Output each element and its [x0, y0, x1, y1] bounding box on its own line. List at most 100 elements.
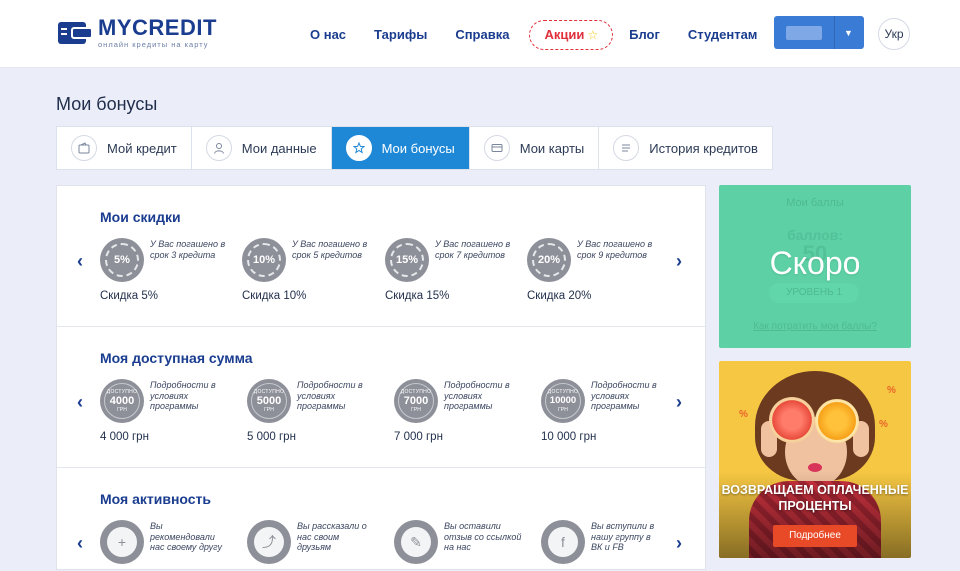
tab-my-data[interactable]: Мои данные	[192, 127, 332, 169]
share-icon: ⤴	[247, 520, 291, 564]
activity-glyph: ✎	[401, 527, 431, 557]
user-name-redacted	[786, 25, 822, 40]
activity-section: Моя активность ‹ › + Вы рекомендовали на…	[57, 468, 705, 571]
amount-desc: Подробности в условиях программы	[444, 380, 510, 411]
activity-prev-arrow[interactable]: ‹	[77, 534, 83, 552]
discounts-title: Мои скидки	[100, 209, 181, 225]
tab-label: Мой кредит	[107, 140, 177, 156]
points-card: Мои баллы баллов: 50 УРОВЕНЬ 1 Как потра…	[719, 185, 911, 348]
badge-value: 20%	[532, 243, 566, 277]
header: MYCREDIT онлайн кредиты на карту О нас Т…	[0, 0, 960, 68]
discount-badge-icon: 20%	[527, 238, 571, 282]
nav-about[interactable]: О нас	[310, 21, 346, 49]
discount-label: Скидка 5%	[100, 290, 158, 302]
orange-icon	[815, 399, 859, 443]
activity-desc: Вы оставили отзыв со ссылкой на нас	[444, 521, 522, 552]
coming-soon-overlay: Скоро	[769, 245, 861, 281]
nav-students[interactable]: Студентам	[688, 21, 758, 49]
promo-banner[interactable]: % % % ВОЗВРАЩАЕМ ОПЛАЧЕННЫЕ ПРОЦЕНТЫ Под…	[719, 361, 911, 558]
badge-currency: ГРН	[411, 407, 421, 413]
badge-value: 5%	[105, 243, 139, 277]
badge-amount: 4000	[109, 395, 135, 407]
tab-label: Мои карты	[519, 140, 585, 156]
activity-desc: Вы рекомендовали нас своему другу	[150, 521, 223, 552]
account-tabs: Мой кредит Мои данные Мои бонусы Мои кар…	[56, 126, 773, 170]
nav-promotions-label: Акции	[544, 27, 585, 42]
amount-label: 5 000 грн	[247, 431, 296, 443]
promo-more-button[interactable]: Подробнее	[773, 525, 857, 547]
available-next-arrow[interactable]: ›	[676, 393, 682, 411]
grapefruit-icon	[769, 397, 815, 443]
amount-badge-icon: ДОСТУПНО 10000 ГРН	[541, 379, 585, 423]
star-icon	[345, 135, 372, 161]
activity-glyph: ⤴	[254, 527, 284, 557]
points-spend-link[interactable]: Как потратить мои баллы?	[719, 321, 911, 332]
logo-wallet-icon	[58, 19, 93, 47]
logo-tagline: онлайн кредиты на карту	[98, 40, 209, 49]
percent-icon: %	[887, 385, 896, 396]
wallet-icon	[71, 135, 97, 161]
amount-badge-icon: ДОСТУПНО 4000 ГРН	[100, 379, 144, 423]
discount-label: Скидка 20%	[527, 290, 592, 302]
discount-label: Скидка 15%	[385, 290, 450, 302]
percent-icon: %	[879, 419, 888, 430]
discounts-next-arrow[interactable]: ›	[676, 252, 682, 270]
nav-tariffs[interactable]: Тарифы	[374, 21, 427, 49]
amount-label: 7 000 грн	[394, 431, 443, 443]
badge-amount: 10000	[549, 395, 577, 406]
percent-icon: %	[739, 409, 748, 420]
badge-amount: 7000	[403, 395, 429, 407]
badge-currency: ГРН	[264, 407, 274, 413]
social-group-icon: f	[541, 520, 585, 564]
badge-value: 10%	[247, 243, 281, 277]
card-icon	[483, 135, 510, 161]
discount-desc: У Вас погашено в срок 5 кредитов	[292, 239, 368, 260]
logo-name: MYCREDIT	[98, 15, 217, 40]
amount-label: 10 000 грн	[541, 431, 597, 443]
discount-label: Скидка 10%	[242, 290, 307, 302]
bonuses-panel: Мои скидки ‹ › 5% У Вас погашено в срок …	[56, 185, 706, 570]
pencil-icon: ✎	[394, 520, 438, 564]
amount-desc: Подробности в условиях программы	[591, 380, 657, 411]
tab-my-cards[interactable]: Мои карты	[470, 127, 600, 169]
discount-badge-icon: 5%	[100, 238, 144, 282]
logo[interactable]: MYCREDIT онлайн кредиты на карту	[58, 17, 217, 49]
activity-title: Моя активность	[100, 491, 212, 507]
badge-currency: ГРН	[558, 407, 568, 413]
nav-promotions[interactable]: Акции ☆	[529, 20, 614, 50]
language-switch[interactable]: Укр	[878, 18, 910, 50]
user-icon	[205, 135, 232, 161]
main-nav: О нас Тарифы Справка Акции ☆ Блог Студент…	[310, 20, 785, 50]
chevron-down-icon[interactable]: ▼	[834, 16, 862, 49]
discount-desc: У Вас погашено в срок 3 кредита	[150, 239, 226, 260]
promo-title: ВОЗВРАЩАЕМ ОПЛАЧЕННЫЕ ПРОЦЕНТЫ	[721, 483, 909, 513]
activity-glyph: +	[107, 527, 137, 557]
discounts-prev-arrow[interactable]: ‹	[77, 252, 83, 270]
points-title: Мои баллы	[786, 197, 844, 209]
badge-currency: ГРН	[117, 407, 127, 413]
amount-desc: Подробности в условиях программы	[150, 380, 216, 411]
user-name[interactable]	[774, 16, 834, 49]
discount-badge-icon: 15%	[385, 238, 429, 282]
add-user-icon: +	[100, 520, 144, 564]
nav-blog[interactable]: Блог	[629, 21, 660, 49]
discount-desc: У Вас погашено в срок 7 кредитов	[435, 239, 511, 260]
nav-help[interactable]: Справка	[455, 21, 509, 49]
badge-amount: 5000	[256, 395, 282, 407]
activity-glyph: f	[548, 527, 578, 557]
activity-desc: Вы рассказали о нас своим друзьям	[297, 521, 367, 552]
tab-credit-history[interactable]: История кредитов	[599, 127, 772, 169]
tab-my-bonuses[interactable]: Мои бонусы	[331, 127, 470, 169]
amount-badge-icon: ДОСТУПНО 7000 ГРН	[394, 379, 438, 423]
tab-my-credit[interactable]: Мой кредит	[57, 127, 192, 169]
amount-label: 4 000 грн	[100, 431, 149, 443]
user-menu-button[interactable]: ▼	[774, 16, 864, 49]
tab-label: Мои данные	[241, 140, 317, 156]
available-prev-arrow[interactable]: ‹	[77, 393, 83, 411]
discount-desc: У Вас погашено в срок 9 кредитов	[577, 239, 653, 260]
activity-next-arrow[interactable]: ›	[676, 534, 682, 552]
star-icon: ☆	[587, 28, 599, 42]
available-title: Моя доступная сумма	[100, 350, 253, 366]
available-amount-section: Моя доступная сумма ‹ › ДОСТУПНО 4000 ГРН …	[57, 327, 705, 468]
discounts-section: Мои скидки ‹ › 5% У Вас погашено в срок …	[57, 186, 705, 327]
